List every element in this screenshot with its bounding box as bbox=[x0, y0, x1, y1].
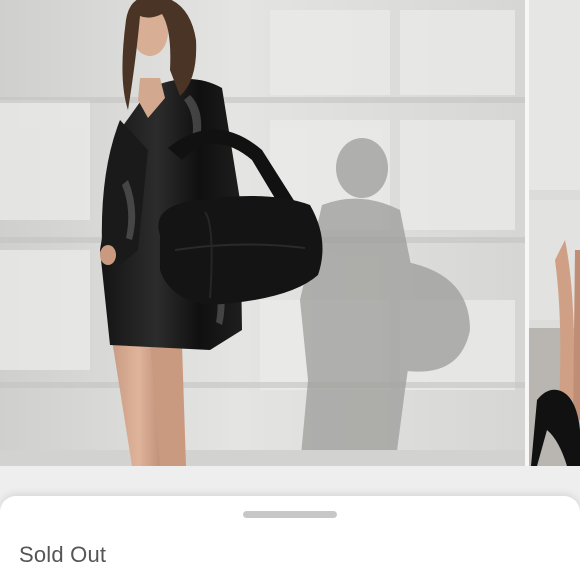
sheet-drag-handle[interactable] bbox=[243, 511, 337, 518]
listing-screen: Sold Out bbox=[0, 0, 580, 580]
product-photo-main[interactable] bbox=[0, 0, 525, 466]
product-photo-next[interactable] bbox=[529, 0, 580, 466]
photo-carousel[interactable] bbox=[0, 0, 580, 466]
product-photo-image bbox=[0, 0, 525, 466]
product-photo-next-image bbox=[529, 0, 580, 466]
sold-out-label: Sold Out bbox=[19, 542, 107, 567]
bottom-sheet: Sold Out bbox=[0, 496, 580, 580]
